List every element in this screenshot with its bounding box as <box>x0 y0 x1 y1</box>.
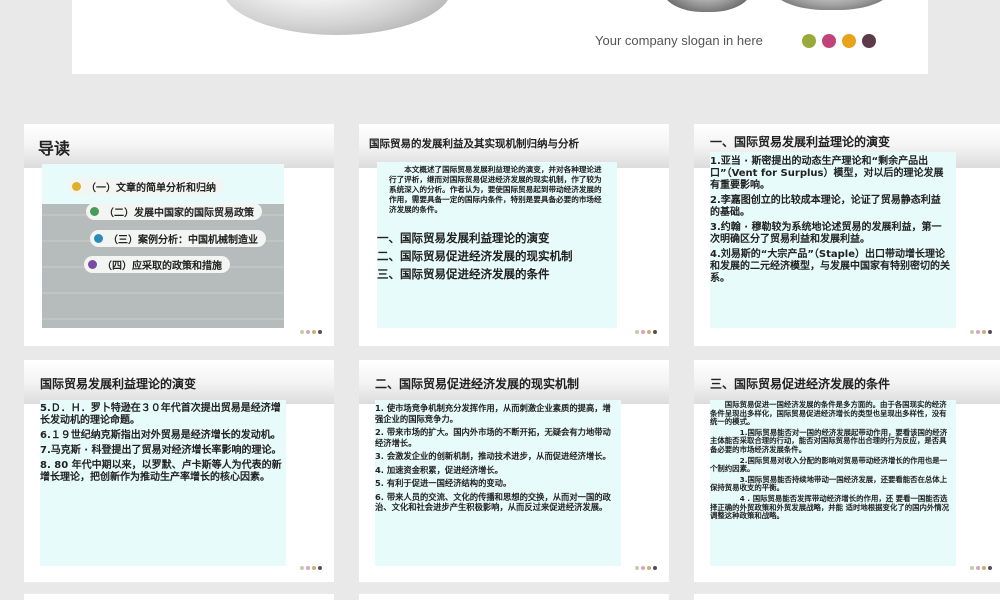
agenda-item-label: （四）应采取的政策和措施 <box>102 261 222 272</box>
slide-title: 国际贸易的发展利益及其实现机制归纳与分析 <box>369 138 579 150</box>
slide-header-bar <box>24 124 334 168</box>
slide-list-item: 4. 加速资金积累，促进经济增长。 <box>375 464 503 475</box>
agenda-item-3: （三）案例分析：中国机械制造业 <box>90 230 266 247</box>
slide-list-item: 1.亚当 · 斯密提出的动态生产理论和“剩余产品出口”（Vent for Sur… <box>710 156 944 191</box>
mini-dot <box>982 330 986 334</box>
slide-paragraph: 3.国际贸易能否持续地带动一国经济发展，还要看能否在总体上保持贸易收支的平衡。 <box>710 474 948 493</box>
color-dots <box>802 34 876 48</box>
mini-dot <box>970 330 974 334</box>
slide-paragraph: 4 . 国际贸易能否发挥带动经济增长的作用，还 要看一国能否选择正确的外贸政策和… <box>710 493 950 521</box>
slide-title: 导读 <box>38 139 71 158</box>
slide-list-item: 7.马克斯 · 科登提出了贸易对经济增长率影响的理论。 <box>40 445 282 456</box>
mini-dot <box>976 566 980 570</box>
color-dot-4 <box>862 34 876 48</box>
agenda-item-label: （一）文章的简单分析和归纳 <box>86 183 216 194</box>
mini-dot <box>653 566 657 570</box>
mini-dot <box>647 566 651 570</box>
decorative-sphere-image <box>772 0 892 10</box>
slide-color-dots <box>970 330 992 334</box>
slide-color-dots <box>300 566 322 570</box>
mini-dot <box>982 566 986 570</box>
slide-list-item: 2. 带来市场的扩大。国内外市场的不断开拓，无疑会有力地带动经济增长。 <box>375 427 611 448</box>
slide-title: 国际贸易发展利益理论的演变 <box>40 377 197 391</box>
slide-list-item: 一、国际贸易发展利益理论的演变 <box>377 231 550 245</box>
company-slogan: Your company slogan in here <box>595 33 763 48</box>
mini-dot <box>988 330 992 334</box>
mini-dot <box>318 330 322 334</box>
slide-content-panel: 1.亚当 · 斯密提出的动态生产理论和“剩余产品出口”（Vent for Sur… <box>710 152 956 328</box>
slide-intro-paragraph: 本文概述了国际贸易发展利益理论的演变，并对各种理论进行了评析，继而对国际贸易促进… <box>389 165 602 214</box>
slide-thumbnail-2[interactable]: 国际贸易的发展利益及其实现机制归纳与分析 本文概述了国际贸易发展利益理论的演变，… <box>359 124 669 346</box>
agenda-item-1: （一）文章的简单分析和归纳 <box>68 178 224 195</box>
mini-dot <box>641 330 645 334</box>
mini-dot <box>306 330 310 334</box>
slide-list-item: 5. 有利于促进一国经济结构的变动。 <box>375 478 512 488</box>
slide-list-item: 3.约翰 · 穆勒较为系统地论述贸易的发展利益，第一次明确区分了贸易利益和发展利… <box>710 222 942 245</box>
agenda-item-label: （三）案例分析：中国机械制造业 <box>108 235 258 246</box>
slide-list-item: 8. 80 年代中期以来，以罗默、卢卡斯等人为代表的新增长理论，把创新作为推动生… <box>40 460 282 483</box>
mini-dot <box>312 330 316 334</box>
slide-thumbnail-3[interactable]: 一、国际贸易发展利益理论的演变 1.亚当 · 斯密提出的动态生产理论和“剩余产品… <box>694 124 1000 346</box>
color-dot-3 <box>842 34 856 48</box>
slide-list-item: 4.刘易斯的“大宗产品”（Staple）出口带动增长理论和发展的二元经济模型，与… <box>710 249 950 284</box>
agenda-item-4: （四）应采取的政策和措施 <box>84 256 230 273</box>
slide-list-item: 三、国际贸易促进经济发展的条件 <box>377 267 550 281</box>
mini-dot <box>647 330 651 334</box>
mini-dot <box>318 566 322 570</box>
decorative-sphere-image <box>662 0 752 12</box>
slide-thumbnail-7[interactable] <box>24 594 334 600</box>
slide-title: 三、国际贸易促进经济发展的条件 <box>710 377 891 391</box>
mini-dot <box>300 566 304 570</box>
color-dot-2 <box>822 34 836 48</box>
mini-dot <box>300 330 304 334</box>
slide-list-item: 3. 会激发企业的创新机制，推动技术进步，从而促进经济增长。 <box>375 451 611 461</box>
slide-paragraph: 1.国际贸易能否对一国的经济发展起带动作用，要看该国的经济主体能否采取合理的行动… <box>710 427 948 454</box>
slide-thumbnail-9[interactable] <box>694 594 1000 600</box>
mini-dot <box>635 566 639 570</box>
color-dot-1 <box>802 34 816 48</box>
slide-content-panel: 国际贸易促进一国经济发展的条件是多方面的。由于各国现实的经济条件呈现出多样化，国… <box>710 400 956 566</box>
slide-thumbnail-8[interactable] <box>359 594 669 600</box>
slide-list-item: 1. 使市场竞争机制充分发挥作用，从而刺激企业素质的提高，增强企业的国际竞争力。 <box>375 403 611 424</box>
slide-content-panel: 1. 使市场竞争机制充分发挥作用，从而刺激企业素质的提高，增强企业的国际竞争力。… <box>375 400 621 566</box>
slide-color-dots <box>300 330 322 334</box>
slide-title: 二、国际贸易促进经济发展的现实机制 <box>375 377 580 391</box>
agenda-item-label: （二）发展中国家的国际贸易政策 <box>104 208 254 219</box>
bullet-ball-icon <box>90 207 99 216</box>
slide-color-dots <box>635 330 657 334</box>
slide-content-panel: 本文概述了国际贸易发展利益理论的演变，并对各种理论进行了评析，继而对国际贸易促进… <box>377 162 617 328</box>
mini-dot <box>635 330 639 334</box>
bullet-ball-icon <box>72 182 81 191</box>
mini-dot <box>988 566 992 570</box>
slide-thumbnail-5[interactable]: 二、国际贸易促进经济发展的现实机制 1. 使市场竞争机制充分发挥作用，从而刺激企… <box>359 360 669 582</box>
slide-thumbnail-6[interactable]: 三、国际贸易促进经济发展的条件 国际贸易促进一国经济发展的条件是多方面的。由于各… <box>694 360 1000 582</box>
slide-list-item: 5.Ｄ．Ｈ．罗卜特逊在３０年代首次提出贸易是经济增长发动机的理论命题。 <box>40 403 281 426</box>
decorative-sphere-image <box>222 0 452 35</box>
mini-dot <box>653 330 657 334</box>
slide-paragraph: 2.国际贸易对收入分配的影响对贸易带动经济增长的作用也是一个制约因素。 <box>710 455 948 474</box>
slide-thumbnail-4[interactable]: 国际贸易发展利益理论的演变 5.Ｄ．Ｈ．罗卜特逊在３０年代首次提出贸易是经济增长… <box>24 360 334 582</box>
slide-list-item: 2.李嘉图创立的比较成本理论，论证了贸易静态利益的基础。 <box>710 195 941 218</box>
bullet-ball-icon <box>88 260 97 269</box>
slide-paragraph: 国际贸易促进一国经济发展的条件是多方面的。由于各国现实的经济条件呈现出多样化，国… <box>710 400 947 427</box>
bullet-ball-icon <box>94 234 103 243</box>
agenda-item-2: （二）发展中国家的国际贸易政策 <box>86 203 262 220</box>
slide-list-item: 二、国际贸易促进经济发展的现实机制 <box>377 249 573 263</box>
slide-title: 一、国际贸易发展利益理论的演变 <box>710 135 891 149</box>
mini-dot <box>970 566 974 570</box>
mini-dot <box>306 566 310 570</box>
slide-content-panel: 5.Ｄ．Ｈ．罗卜特逊在３０年代首次提出贸易是经济增长发动机的理论命题。 6.１９… <box>40 400 286 566</box>
slide-list-item: 6. 带来人员的交流、文化的传播和思想的交换，从而对一国的政治、文化和社会进步产… <box>375 491 611 513</box>
mini-dot <box>312 566 316 570</box>
slide-color-dots <box>635 566 657 570</box>
slide-color-dots <box>970 566 992 570</box>
slide-list-item: 6.１９世纪纳克斯指出对外贸易是经济增长的发动机。 <box>40 430 281 441</box>
top-slide-thumbnail[interactable]: Your company slogan in here <box>72 0 928 74</box>
mini-dot <box>641 566 645 570</box>
mini-dot <box>976 330 980 334</box>
slide-thumbnail-1[interactable]: 导读 （一）文章的简单分析和归纳 （二）发展中国家的国际贸易政策 （三）案例分析… <box>24 124 334 346</box>
